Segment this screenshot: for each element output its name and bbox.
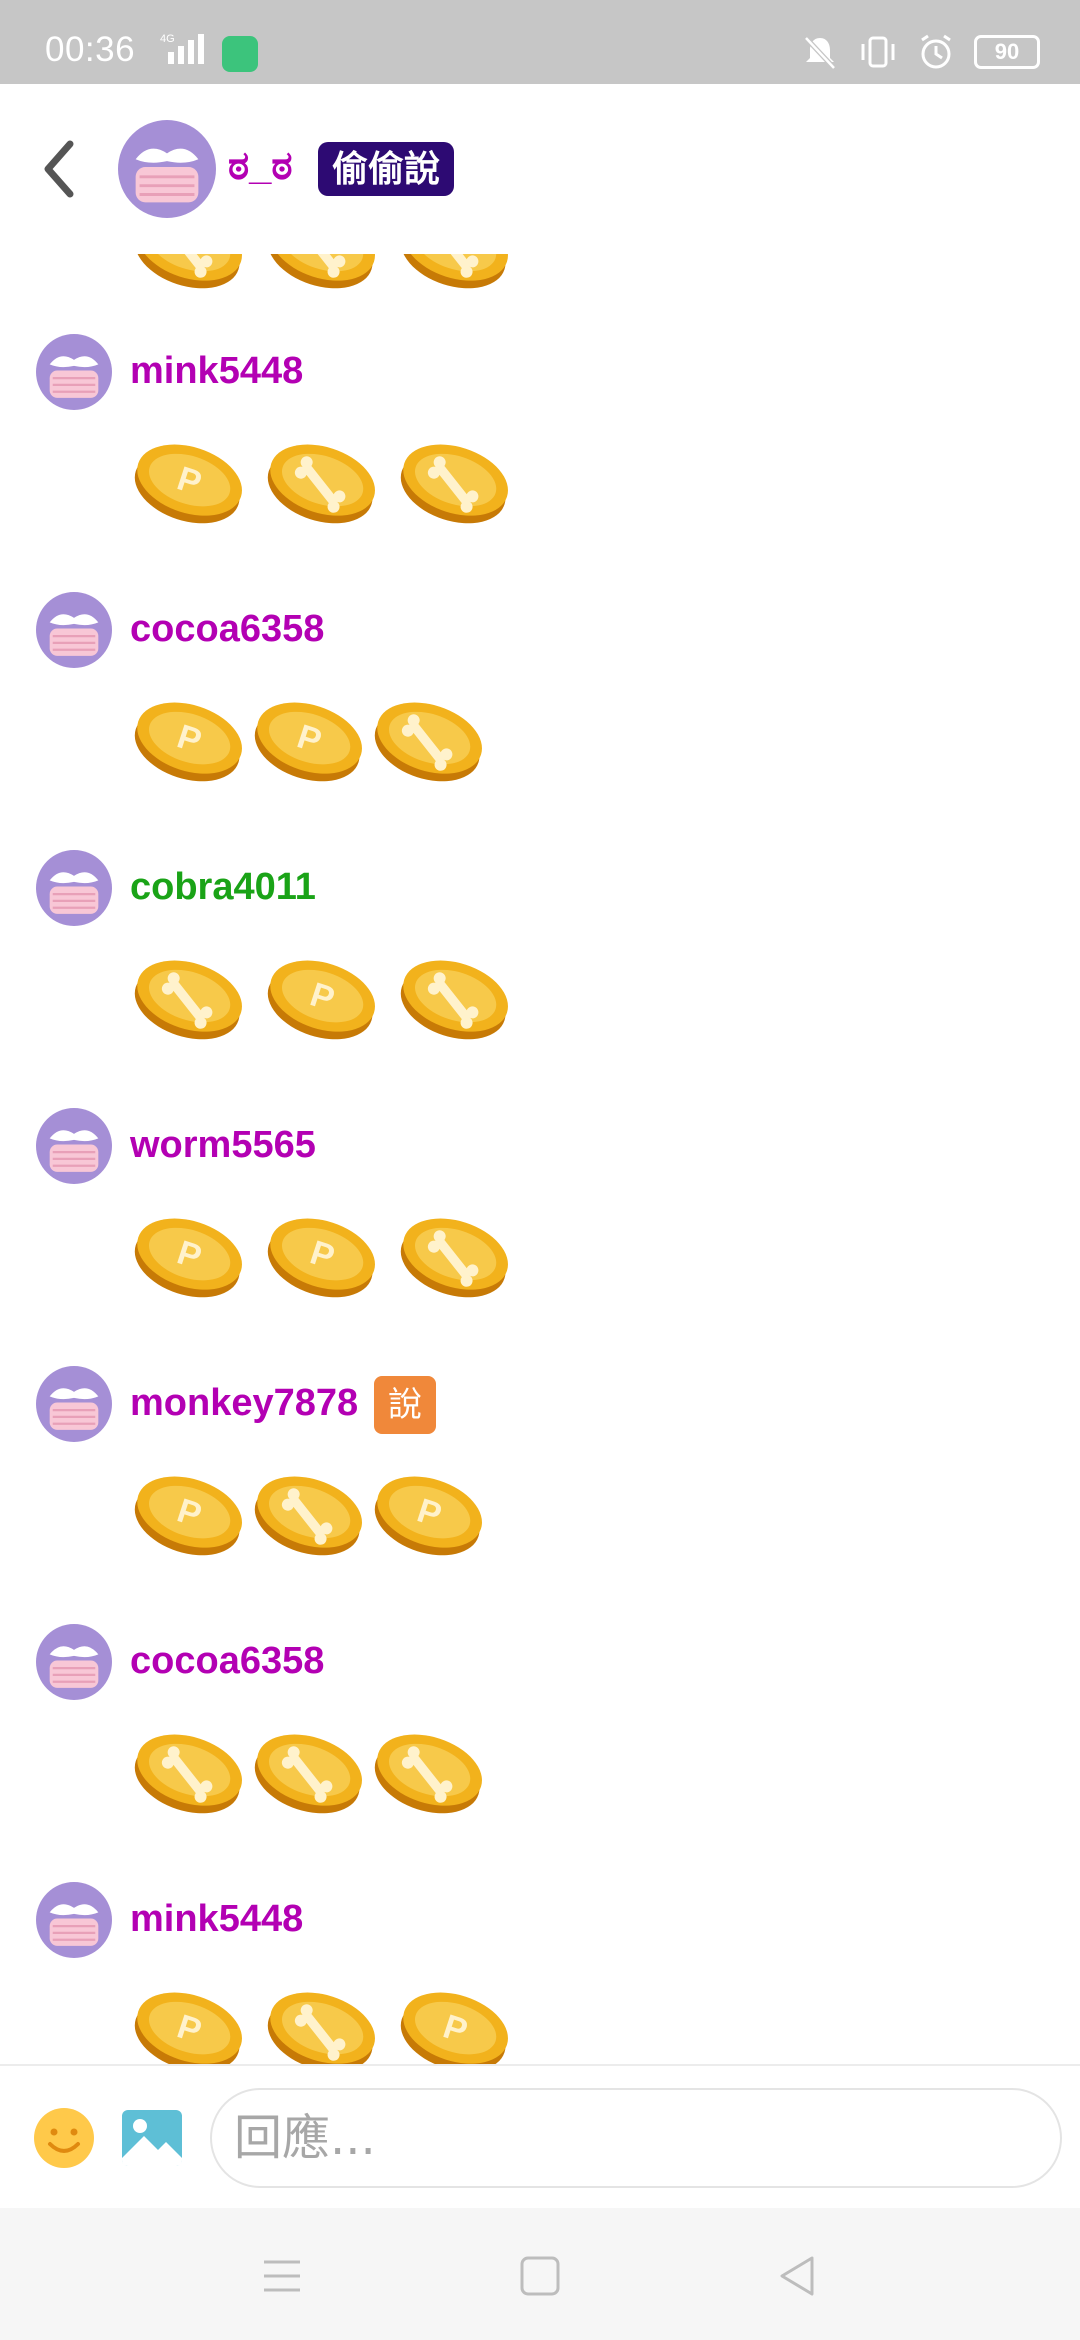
username[interactable]: worm5565	[130, 1124, 316, 1167]
chat-header: ಠ_ಠ 偷偷說	[0, 84, 1080, 254]
status-time: 00:36	[45, 30, 136, 69]
message-row[interactable]: monkey7878 說 P P	[0, 1286, 1080, 1556]
anonymous-avatar-icon[interactable]	[118, 120, 216, 218]
anonymous-avatar-icon[interactable]	[36, 1882, 112, 1958]
back-nav-icon[interactable]	[770, 2248, 826, 2304]
username[interactable]: cocoa6358	[130, 1640, 324, 1683]
p-coin-icon: P	[134, 1992, 242, 2064]
vibrate-icon	[861, 36, 895, 68]
username[interactable]: cobra4011	[130, 866, 316, 909]
system-nav-bar	[0, 2208, 1080, 2340]
anonymous-avatar-icon[interactable]	[36, 1624, 112, 1700]
image-icon[interactable]	[120, 2106, 184, 2170]
message-row[interactable]: cocoa6358	[0, 1544, 1080, 1814]
anonymous-avatar-icon[interactable]	[36, 1108, 112, 1184]
signal-icon: 4G	[160, 33, 204, 64]
message-row[interactable]: cobra4011 P	[0, 770, 1080, 1040]
username[interactable]: cocoa6358	[130, 608, 324, 651]
message-list[interactable]: mink5448 Pcocoa6358 P Pcobra4011 Pworm5565 P P…	[0, 254, 1080, 2064]
bone-coin-icon	[267, 1992, 375, 2064]
home-icon[interactable]	[512, 2248, 568, 2304]
message-row[interactable]: worm5565 P P	[0, 1028, 1080, 1298]
back-icon[interactable]	[30, 134, 90, 204]
username[interactable]: mink5448	[130, 1898, 303, 1941]
mute-icon	[804, 36, 836, 70]
alarm-icon	[921, 34, 951, 69]
reply-bar	[0, 2064, 1080, 2208]
username[interactable]: mink5448	[130, 350, 303, 393]
whisper-badge: 偷偷說	[318, 142, 455, 196]
message-row[interactable]: mink5448 P	[0, 254, 1080, 524]
battery-icon: 90	[974, 35, 1040, 69]
status-bar: 00:36 4G 90	[0, 0, 1080, 84]
network-type: 4G	[160, 33, 175, 45]
anonymous-avatar-icon[interactable]	[36, 850, 112, 926]
reply-input[interactable]	[210, 2088, 1062, 2188]
anonymous-avatar-icon[interactable]	[36, 1366, 112, 1442]
anonymous-avatar-icon[interactable]	[36, 334, 112, 410]
menu-icon[interactable]	[254, 2248, 310, 2304]
chat-title: ಠ_ಠ	[228, 144, 293, 188]
message-row[interactable]: cocoa6358 P P	[0, 512, 1080, 782]
emoji-icon[interactable]	[32, 2106, 96, 2170]
anonymous-avatar-icon[interactable]	[36, 592, 112, 668]
p-coin-icon: P	[400, 1992, 508, 2064]
speaker-tag: 說	[374, 1376, 436, 1434]
username[interactable]: monkey7878	[130, 1382, 358, 1425]
message-row[interactable]: mink5448 P P	[0, 1802, 1080, 2064]
app-notification-icon	[222, 36, 258, 72]
